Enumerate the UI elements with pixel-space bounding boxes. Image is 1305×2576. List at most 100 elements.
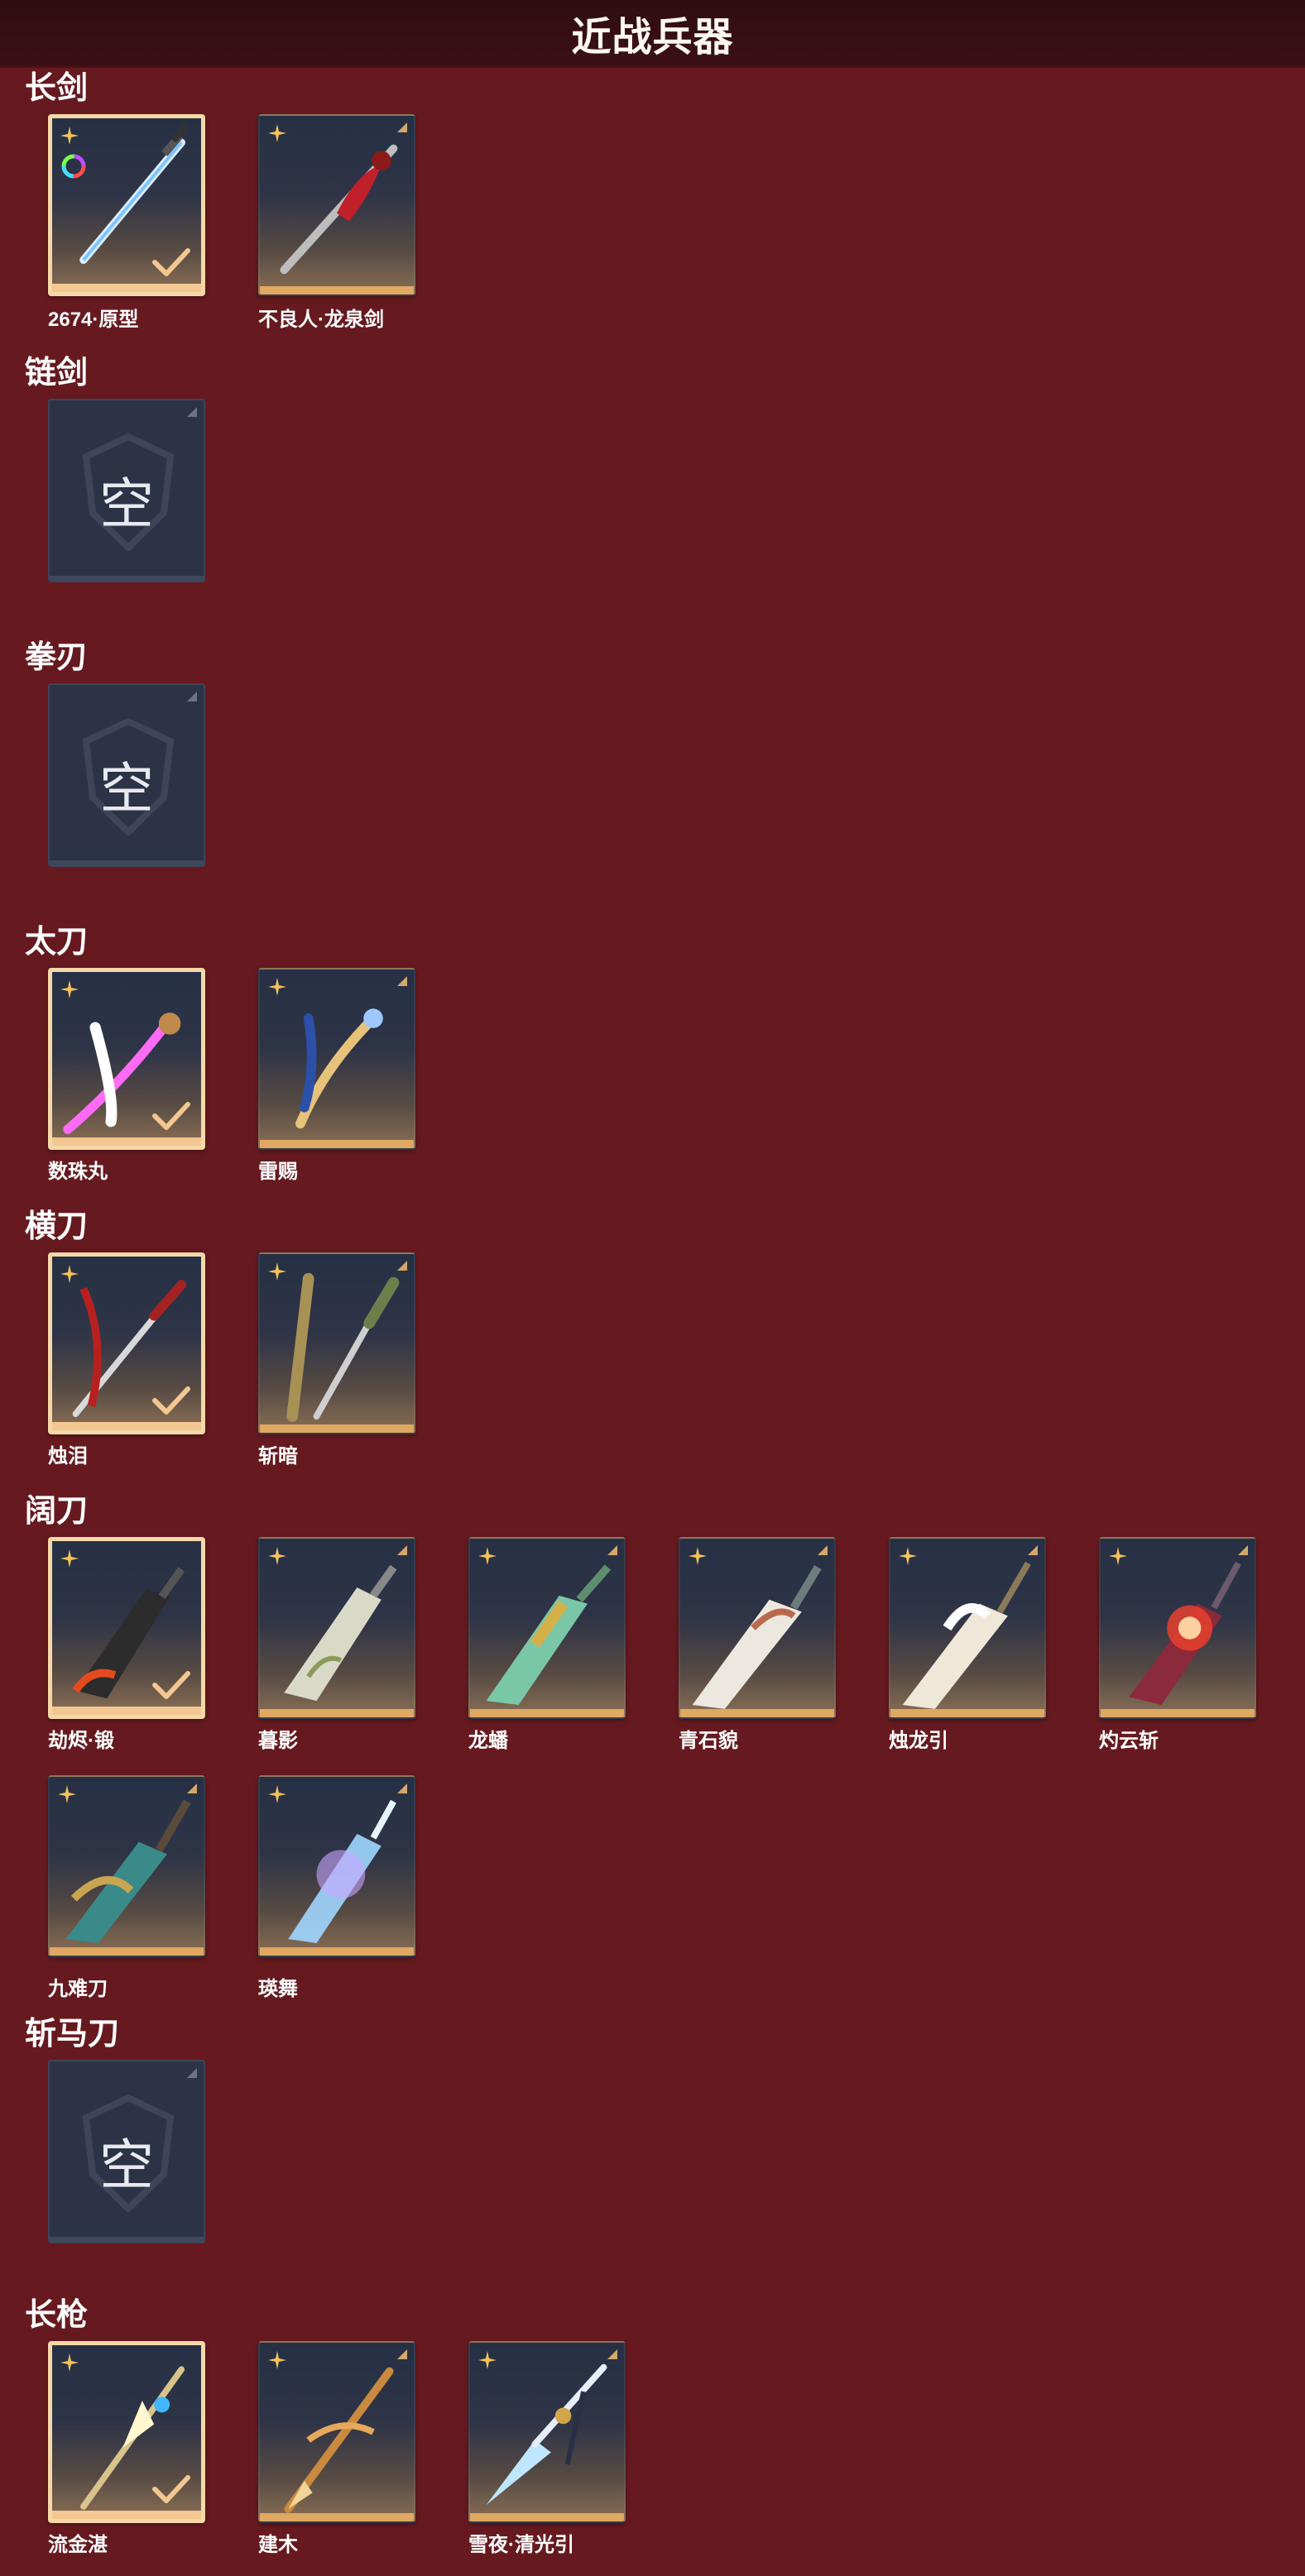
- corner-triangle-icon: [818, 1545, 828, 1555]
- weapon-card-muying[interactable]: [258, 1537, 415, 1719]
- corner-triangle-icon: [397, 122, 407, 132]
- corner-triangle-icon: [397, 1784, 407, 1793]
- rarity-star-icon: [478, 2351, 497, 2369]
- card-bottom-bar: [260, 286, 414, 294]
- weapon-name-label: 建木: [258, 2534, 298, 2556]
- card-bottom-bar: [890, 1709, 1044, 1717]
- weapon-card-longpan[interactable]: [468, 1537, 626, 1719]
- weapon-card-zhulong-yin[interactable]: [889, 1537, 1046, 1719]
- weapon-name-label: 烛泪: [48, 1445, 88, 1468]
- weapon-card-jianmu[interactable]: [258, 2341, 415, 2523]
- rarity-star-icon: [268, 1785, 286, 1803]
- weapon-card-xueye-qingguangyin[interactable]: [468, 2341, 626, 2523]
- empty-weapon-slot[interactable]: 空: [48, 683, 205, 867]
- corner-triangle-icon: [397, 1545, 407, 1555]
- corner-triangle-icon: [187, 692, 197, 701]
- corner-triangle-icon: [1238, 1545, 1248, 1555]
- card-bottom-bar: [1101, 1709, 1255, 1717]
- corner-triangle-icon: [187, 2068, 197, 2078]
- empty-slot-text: 空: [99, 2134, 154, 2195]
- card-bottom-bar: [52, 1137, 201, 1146]
- card-bottom-bar: [50, 2237, 204, 2242]
- rarity-star-icon: [268, 1547, 286, 1565]
- corner-triangle-icon: [607, 1545, 617, 1555]
- card-bottom-bar: [50, 860, 204, 865]
- corner-triangle-icon: [187, 407, 197, 417]
- card-bottom-bar: [50, 576, 204, 581]
- weapon-card-yingwu[interactable]: [258, 1775, 415, 1957]
- weapon-card-juzumaru[interactable]: [48, 968, 205, 1150]
- rarity-star-icon: [268, 1262, 286, 1281]
- spectrum-ring-icon: [61, 154, 86, 179]
- rarity-star-icon: [60, 980, 79, 998]
- rarity-star-icon: [268, 2351, 286, 2369]
- weapon-name-label: 雪夜·清光引: [468, 2534, 574, 2556]
- card-bottom-bar: [470, 1709, 624, 1717]
- card-bottom-bar: [260, 2513, 414, 2521]
- card-bottom-bar: [52, 1422, 201, 1430]
- checkmark-icon: [152, 1386, 190, 1415]
- checkmark-icon: [152, 2475, 190, 2503]
- weapon-card-2674-prototype[interactable]: [48, 114, 205, 296]
- checkmark-icon: [152, 1671, 190, 1699]
- weapon-card-jiunan-dao[interactable]: [48, 1775, 205, 1957]
- section-title-long-sword: 长剑: [25, 71, 89, 106]
- corner-triangle-icon: [1028, 1545, 1038, 1555]
- weapon-card-raishi[interactable]: [258, 968, 415, 1150]
- empty-weapon-slot[interactable]: 空: [48, 399, 205, 582]
- card-bottom-bar: [52, 1707, 201, 1715]
- weapon-name-label: 不良人·龙泉剑: [258, 309, 384, 331]
- page-header: 近战兵器: [0, 0, 1305, 68]
- checkmark-icon: [152, 248, 190, 276]
- card-bottom-bar: [260, 1424, 414, 1433]
- section-title-spear: 长枪: [25, 2298, 89, 2333]
- empty-slot-text: 空: [99, 473, 154, 534]
- weapon-name-label: 劫烬·锻: [48, 1730, 114, 1752]
- weapon-card-liujin-zhan[interactable]: [48, 2341, 205, 2523]
- weapon-name-label: 烛龙引: [889, 1730, 948, 1752]
- rarity-star-icon: [478, 1547, 497, 1565]
- corner-triangle-icon: [397, 1261, 407, 1271]
- weapon-name-label: 数珠丸: [48, 1161, 108, 1183]
- weapon-card-zhulei[interactable]: [48, 1252, 205, 1434]
- rarity-star-icon: [688, 1547, 707, 1565]
- rarity-star-icon: [899, 1547, 917, 1565]
- weapon-name-label: 瑛舞: [258, 1978, 298, 2000]
- corner-triangle-icon: [397, 2349, 407, 2359]
- empty-slot-text: 空: [99, 758, 154, 819]
- rarity-star-icon: [60, 1549, 79, 1568]
- rarity-star-icon: [268, 124, 286, 142]
- rarity-star-icon: [58, 1785, 76, 1803]
- weapon-name-label: 龙蟠: [468, 1730, 508, 1752]
- weapon-name-label: 青石貌: [679, 1730, 738, 1752]
- page-title: 近战兵器: [571, 16, 734, 60]
- weapon-name-label: 灼云斩: [1099, 1730, 1159, 1752]
- weapon-name-label: 流金湛: [48, 2534, 108, 2556]
- card-bottom-bar: [680, 1709, 834, 1717]
- weapon-name-label: 斩暗: [258, 1445, 298, 1468]
- section-title-fist-blade: 拳刃: [25, 640, 89, 675]
- rarity-star-icon: [1109, 1547, 1127, 1565]
- weapon-card-dragon-spring-sword[interactable]: [258, 114, 415, 296]
- section-title-chain-sword: 链剑: [25, 356, 89, 390]
- rarity-star-icon: [60, 2353, 79, 2372]
- weapon-card-zhanan[interactable]: [258, 1252, 415, 1434]
- card-bottom-bar: [50, 1947, 204, 1956]
- weapon-name-label: 2674·原型: [48, 309, 139, 331]
- rarity-star-icon: [60, 1265, 79, 1283]
- checkmark-icon: [152, 1102, 190, 1130]
- weapon-card-qingshimao[interactable]: [679, 1537, 836, 1719]
- empty-weapon-slot[interactable]: 空: [48, 2060, 205, 2243]
- section-title-yokotachi: 横刀: [25, 1209, 89, 1244]
- section-title-zhanma-dao: 斩马刀: [25, 2017, 120, 2052]
- weapon-name-label: 雷赐: [258, 1161, 298, 1183]
- weapon-name-label: 九难刀: [48, 1978, 108, 2000]
- weapon-card-jiejin-duan[interactable]: [48, 1537, 205, 1719]
- card-bottom-bar: [260, 1947, 414, 1956]
- weapon-name-label: 暮影: [258, 1730, 298, 1752]
- weapon-card-zhuoyun-zhan[interactable]: [1099, 1537, 1256, 1719]
- card-bottom-bar: [52, 284, 201, 292]
- card-bottom-bar: [260, 1709, 414, 1717]
- corner-triangle-icon: [187, 1784, 197, 1793]
- corner-triangle-icon: [607, 2349, 617, 2359]
